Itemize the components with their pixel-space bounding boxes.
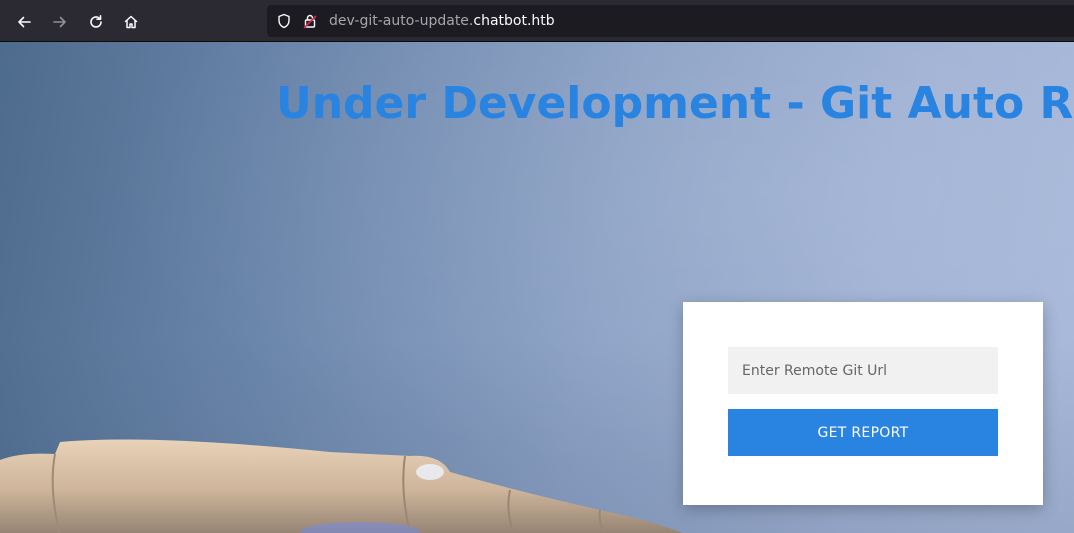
git-url-input[interactable] [728, 347, 998, 394]
page-content: Under Development - Git Auto Report GET … [0, 42, 1074, 533]
forward-button[interactable] [47, 9, 73, 35]
reload-icon [90, 15, 102, 28]
browser-toolbar: dev-git-auto-update.chatbot.htb [0, 0, 1074, 42]
tracking-protection-shield-icon[interactable] [276, 13, 292, 29]
report-form-card: GET REPORT [683, 302, 1043, 505]
page-title: Under Development - Git Auto Report [276, 78, 1074, 129]
url-subdomain: dev-git-auto-update. [329, 13, 474, 29]
arrow-right-icon [53, 16, 66, 28]
url-domain: chatbot.htb [473, 13, 555, 29]
arrow-left-icon [18, 16, 31, 28]
reload-button[interactable] [83, 9, 109, 35]
url-text[interactable]: dev-git-auto-update.chatbot.htb [329, 12, 555, 30]
insecure-lock-icon[interactable] [302, 13, 318, 29]
get-report-button[interactable]: GET REPORT [728, 409, 998, 456]
home-icon [124, 15, 138, 29]
robot-hand-image [0, 439, 683, 533]
back-button[interactable] [11, 9, 37, 35]
url-bar[interactable]: dev-git-auto-update.chatbot.htb [267, 5, 1074, 37]
home-button[interactable] [118, 9, 144, 35]
